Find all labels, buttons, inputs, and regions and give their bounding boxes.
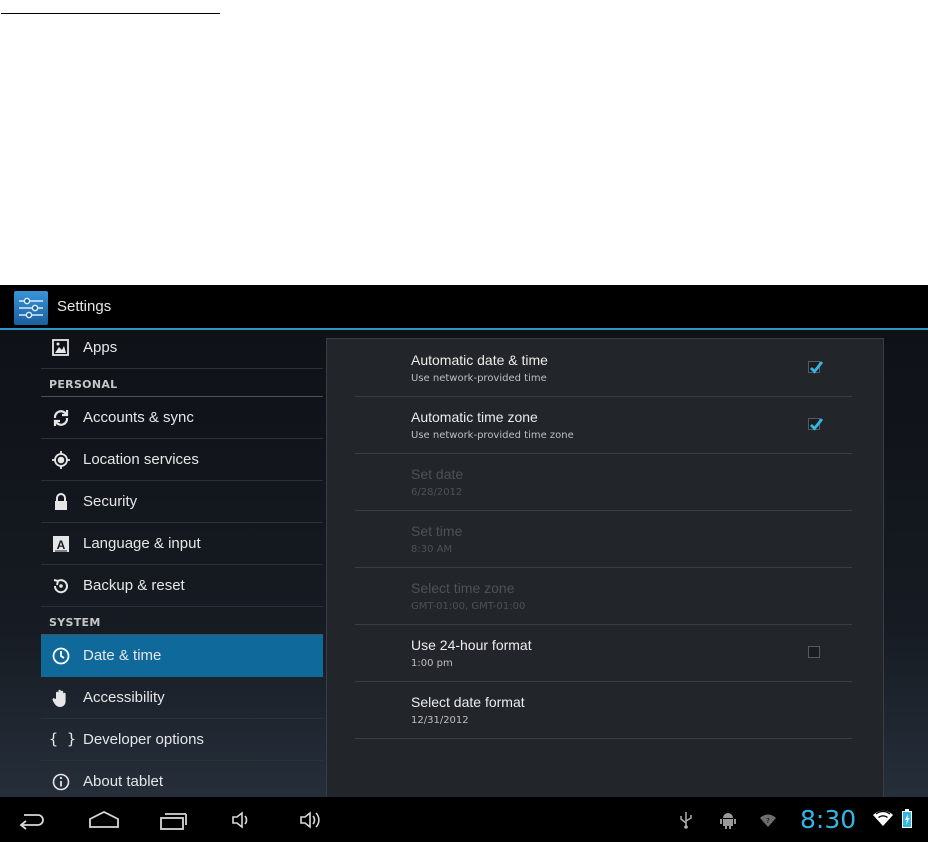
sidebar-item-label: Accounts & sync (83, 409, 194, 426)
home-button[interactable] (87, 807, 121, 833)
pref-title: Select date format (411, 694, 525, 710)
volume-up-icon (300, 811, 320, 829)
home-icon (89, 810, 119, 828)
sidebar-item-label: Developer options (83, 731, 204, 748)
automatic-date-time-checkbox[interactable] (808, 361, 824, 374)
android-debug-icon (720, 811, 736, 833)
pref-title: Set date (411, 466, 464, 482)
pref-set-time: Set time 8:30 AM (355, 510, 852, 568)
pref-title: Select time zone (411, 580, 515, 596)
sidebar-item-accounts-sync[interactable]: Accounts & sync (41, 397, 323, 439)
recent-apps-button[interactable] (157, 807, 191, 833)
backup-icon (51, 576, 71, 596)
pref-use-24-hour-format[interactable]: Use 24-hour format 1:00 pm (355, 624, 852, 682)
pref-select-time-zone: Select time zone GMT-01:00, GMT-01:00 (355, 567, 852, 625)
automatic-time-zone-checkbox[interactable] (808, 418, 824, 431)
settings-app-icon[interactable] (14, 291, 48, 325)
section-header-system: SYSTEM (41, 607, 323, 635)
braces-icon: { } (49, 730, 77, 748)
sidebar-item-backup-reset[interactable]: Backup & reset (41, 565, 323, 607)
app-title: Settings (57, 298, 112, 315)
section-header-personal: PERSONAL (41, 369, 323, 397)
blank-area (0, 0, 928, 285)
recent-apps-icon (160, 813, 187, 830)
settings-header-list: Apps PERSONAL Accounts & sync Location s… (41, 333, 323, 803)
sidebar-item-accessibility[interactable]: Accessibility (41, 677, 323, 719)
location-icon (51, 450, 71, 470)
sidebar-item-language-input[interactable]: A Language & input (41, 523, 323, 565)
volume-up-button[interactable] (296, 807, 330, 833)
clock-icon (51, 646, 71, 666)
volume-down-icon (232, 811, 248, 829)
pref-summary: Use network-provided time zone (411, 430, 574, 441)
system-navigation-bar: ? 8:30 (0, 797, 928, 842)
hand-icon (51, 688, 71, 708)
battery-charging-icon (902, 809, 912, 832)
checkmark-icon (810, 361, 824, 374)
pref-automatic-date-time[interactable]: Automatic date & time Use network-provid… (355, 339, 852, 397)
pref-summary: 12/31/2012 (411, 715, 469, 726)
pref-summary: 6/28/2012 (411, 487, 463, 498)
svg-text:A: A (57, 538, 66, 552)
status-clock: 8:30 (800, 805, 857, 834)
pref-title: Automatic date & time (411, 352, 548, 368)
use-24-hour-format-checkbox[interactable] (808, 646, 820, 658)
sidebar-item-label: Date & time (83, 647, 162, 664)
pref-select-date-format[interactable]: Select date format 12/31/2012 (355, 681, 852, 739)
sidebar-item-label: Backup & reset (83, 577, 185, 594)
tablet-screen: Settings Apps PERSONAL Accounts & sync L… (0, 285, 928, 842)
info-icon (51, 772, 71, 792)
sidebar-item-label: Location services (83, 451, 199, 468)
sidebar-item-date-time[interactable]: Date & time (41, 635, 323, 677)
sync-icon (51, 408, 71, 428)
sidebar-item-apps[interactable]: Apps (41, 333, 323, 369)
pref-title: Automatic time zone (411, 409, 538, 425)
divider-line (1, 13, 220, 14)
action-bar: Settings (0, 285, 928, 330)
sidebar-item-label: Language & input (83, 535, 201, 552)
svg-text:?: ? (766, 817, 770, 825)
pref-summary: 8:30 AM (411, 544, 453, 555)
wifi-signal-icon (872, 809, 894, 831)
back-button[interactable] (14, 807, 48, 833)
pref-summary: Use network-provided time (411, 373, 547, 384)
pref-summary: 1:00 pm (411, 658, 453, 669)
sidebar-item-location-services[interactable]: Location services (41, 439, 323, 481)
sidebar-item-developer-options[interactable]: { } Developer options (41, 719, 323, 761)
sidebar-item-label: Accessibility (83, 689, 165, 706)
keyboard-a-icon: A (51, 534, 71, 554)
back-icon (19, 814, 44, 830)
usb-icon (679, 811, 693, 833)
pref-automatic-time-zone[interactable]: Automatic time zone Use network-provided… (355, 396, 852, 454)
apps-icon (51, 338, 71, 358)
sidebar-item-label: Security (83, 493, 138, 510)
wifi-notification-icon: ? (759, 812, 777, 832)
sidebar-item-security[interactable]: Security (41, 481, 323, 523)
date-time-preferences-panel: Automatic date & time Use network-provid… (326, 338, 884, 800)
pref-title: Use 24-hour format (411, 637, 532, 653)
pref-set-date: Set date 6/28/2012 (355, 453, 852, 511)
sidebar-item-label: About tablet (83, 773, 164, 790)
pref-title: Set time (411, 523, 463, 539)
lock-icon (51, 492, 71, 512)
checkmark-icon (810, 418, 824, 431)
pref-summary: GMT-01:00, GMT-01:00 (411, 601, 526, 612)
volume-down-button[interactable] (228, 807, 262, 833)
sidebar-item-label: Apps (83, 339, 118, 356)
